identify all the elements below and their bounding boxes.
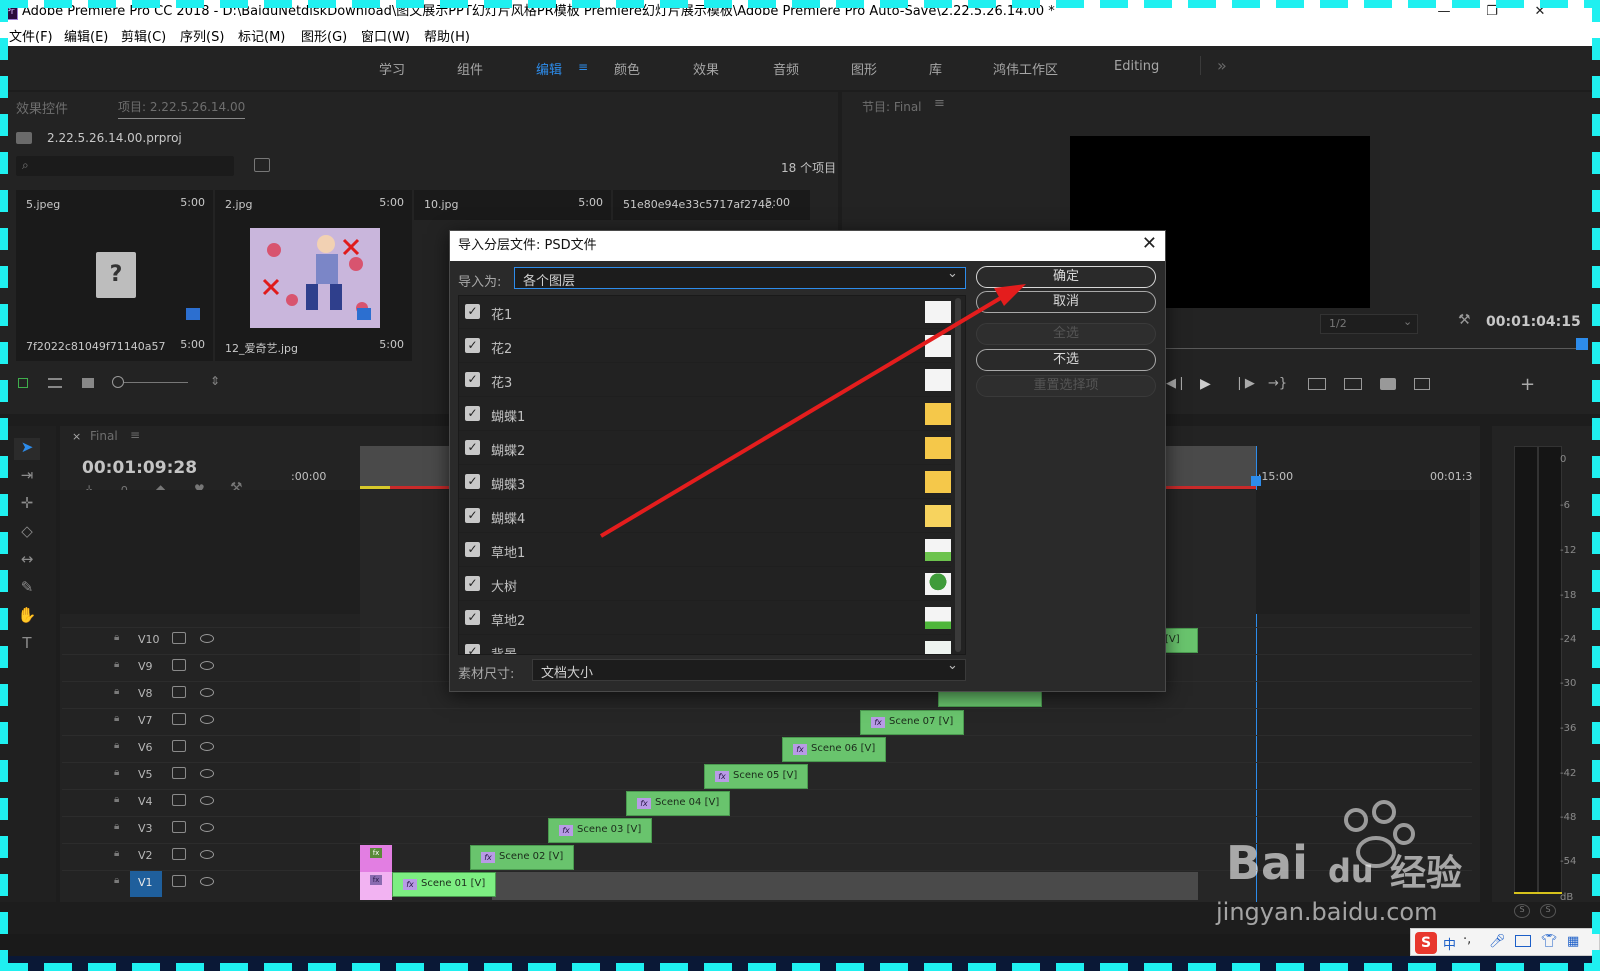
watermark-brand-jingyan: 经验 [1390,853,1463,894]
arrow-head [994,284,1026,306]
watermark-brand-du: du [1328,852,1374,890]
highlight-border [0,0,1600,8]
ime-menu-icon[interactable]: ▦ [1567,934,1579,949]
highlight-border [1592,0,1600,971]
microphone-icon[interactable]: 🎤︎ [1489,934,1506,949]
ime-punct[interactable]: ·, [1463,932,1471,947]
highlight-border [0,963,1600,971]
baidu-watermark: Bai du 经验 jingyan.baidu.com [1216,800,1526,930]
keyboard-icon[interactable] [1515,935,1531,947]
ime-toolbar: S 中 ·, 🎤︎ 👕︎ ▦ [1410,928,1600,956]
arrow-shaft [599,294,1006,538]
skin-icon[interactable]: 👕︎ [1541,934,1558,949]
watermark-url: jingyan.baidu.com [1216,898,1438,926]
ime-mode[interactable]: 中 [1443,934,1456,953]
highlight-border [0,0,8,971]
watermark-brand: Bai [1226,836,1308,890]
sogou-logo-icon[interactable]: S [1415,932,1437,954]
